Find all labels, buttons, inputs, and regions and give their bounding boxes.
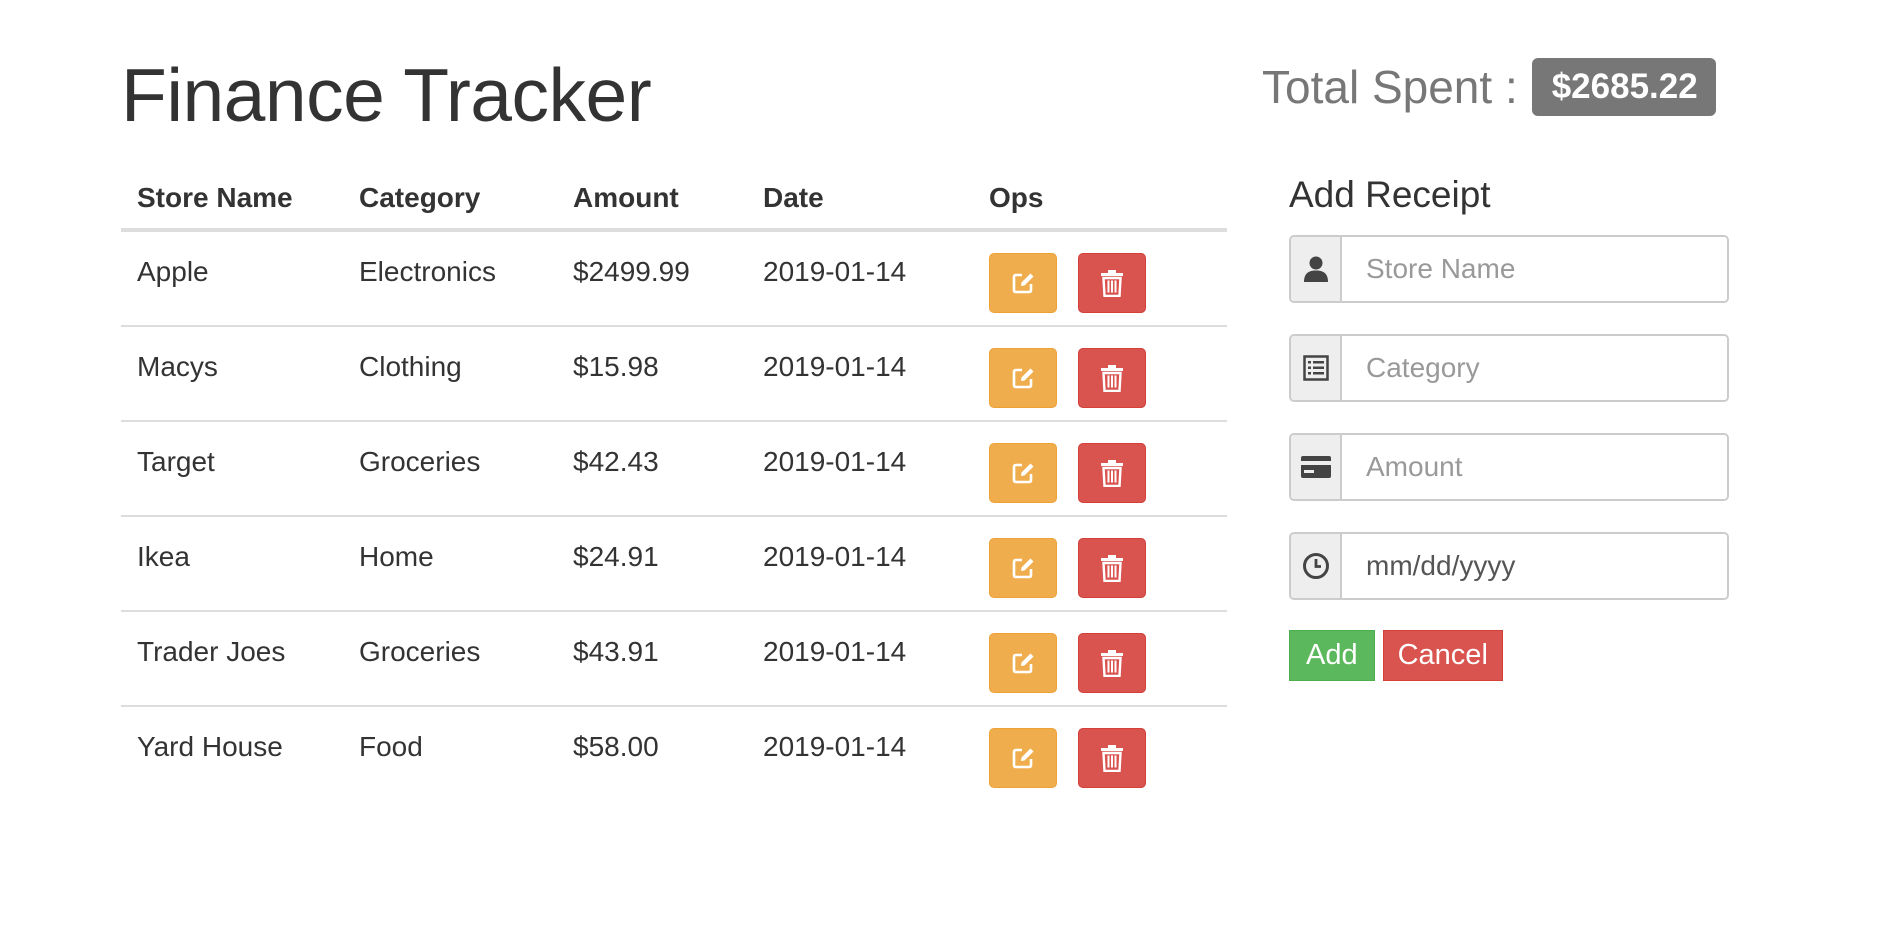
- cell-category: Groceries: [359, 446, 481, 477]
- cell-amount: $15.98: [573, 351, 659, 382]
- cell-category: Clothing: [359, 351, 462, 382]
- add-button[interactable]: Add: [1289, 630, 1375, 681]
- cell-date: 2019-01-14: [763, 731, 907, 762]
- delete-button[interactable]: [1078, 633, 1146, 693]
- cell-ops: [989, 422, 1227, 515]
- cell-ops: [989, 517, 1227, 610]
- delete-button[interactable]: [1078, 538, 1146, 598]
- date-input[interactable]: [1342, 534, 1727, 598]
- table-row: Target Groceries $42.43 2019-01-14: [121, 422, 1227, 517]
- amount-input[interactable]: [1342, 435, 1727, 499]
- edit-button[interactable]: [989, 443, 1057, 503]
- category-group: [1289, 334, 1729, 402]
- cell-ops: [989, 707, 1227, 802]
- cell-amount: $58.00: [573, 731, 659, 762]
- form-title: Add Receipt: [1289, 174, 1491, 215]
- delete-button[interactable]: [1078, 728, 1146, 788]
- edit-icon: [1010, 460, 1036, 486]
- table-row: Yard House Food $58.00 2019-01-14: [121, 707, 1227, 802]
- table-row: Ikea Home $24.91 2019-01-14: [121, 517, 1227, 612]
- trash-icon: [1100, 269, 1124, 297]
- date-group: [1289, 532, 1729, 600]
- edit-icon: [1010, 270, 1036, 296]
- cell-amount: $43.91: [573, 636, 659, 667]
- table-row: Macys Clothing $15.98 2019-01-14: [121, 327, 1227, 422]
- cell-date: 2019-01-14: [763, 541, 907, 572]
- cell-date: 2019-01-14: [763, 351, 907, 382]
- delete-button[interactable]: [1078, 348, 1146, 408]
- column-header-ops: Ops: [989, 182, 1044, 213]
- cancel-button[interactable]: Cancel: [1382, 630, 1503, 681]
- cell-date: 2019-01-14: [763, 256, 907, 287]
- cell-store-name: Macys: [137, 351, 218, 382]
- add-receipt-form: Add Receipt Add Cancel: [1289, 176, 1729, 681]
- table-body: Apple Electronics $2499.99 2019-01-14 Macys C…: [121, 232, 1227, 802]
- total-spent-label: Total Spent :: [1262, 61, 1518, 113]
- edit-icon: [1010, 650, 1036, 676]
- column-header-store-name: Store Name: [137, 182, 293, 213]
- trash-icon: [1100, 364, 1124, 392]
- total-spent-badge: $2685.22: [1531, 57, 1716, 117]
- cell-store-name: Yard House: [137, 731, 283, 762]
- edit-button[interactable]: [989, 538, 1057, 598]
- cell-store-name: Apple: [137, 256, 209, 287]
- edit-button[interactable]: [989, 633, 1057, 693]
- cell-amount: $24.91: [573, 541, 659, 572]
- cell-store-name: Trader Joes: [137, 636, 286, 667]
- edit-icon: [1010, 555, 1036, 581]
- table-row: Apple Electronics $2499.99 2019-01-14: [121, 232, 1227, 327]
- cell-store-name: Target: [137, 446, 215, 477]
- store-name-input[interactable]: [1342, 237, 1727, 301]
- delete-button[interactable]: [1078, 253, 1146, 313]
- cell-ops: [989, 327, 1227, 420]
- cell-category: Food: [359, 731, 423, 762]
- delete-button[interactable]: [1078, 443, 1146, 503]
- cell-date: 2019-01-14: [763, 636, 907, 667]
- trash-icon: [1100, 459, 1124, 487]
- trash-icon: [1100, 744, 1124, 772]
- column-header-category: Category: [359, 182, 481, 213]
- table-row: Trader Joes Groceries $43.91 2019-01-14: [121, 612, 1227, 707]
- cell-amount: $2499.99: [573, 256, 690, 287]
- cell-ops: [989, 232, 1227, 325]
- edit-icon: [1010, 365, 1036, 391]
- trash-icon: [1100, 554, 1124, 582]
- table-header: Store Name Category Amount Date Ops: [121, 168, 1227, 232]
- cell-category: Groceries: [359, 636, 481, 667]
- cell-category: Home: [359, 541, 434, 572]
- column-header-date: Date: [763, 182, 824, 213]
- edit-button[interactable]: [989, 728, 1057, 788]
- credit-card-icon: [1291, 435, 1342, 499]
- cell-store-name: Ikea: [137, 541, 190, 572]
- cell-amount: $42.43: [573, 446, 659, 477]
- edit-button[interactable]: [989, 348, 1057, 408]
- total-spent: Total Spent : $2685.22: [1262, 54, 1716, 120]
- column-header-amount: Amount: [573, 182, 679, 213]
- cell-ops: [989, 612, 1227, 705]
- edit-icon: [1010, 745, 1036, 771]
- amount-group: [1289, 433, 1729, 501]
- form-actions: Add Cancel: [1289, 630, 1729, 681]
- page-title: Finance Tracker: [121, 53, 652, 137]
- clock-icon: [1291, 534, 1342, 598]
- edit-button[interactable]: [989, 253, 1057, 313]
- receipts-table: Store Name Category Amount Date Ops Appl…: [121, 168, 1227, 802]
- trash-icon: [1100, 649, 1124, 677]
- cell-date: 2019-01-14: [763, 446, 907, 477]
- cell-category: Electronics: [359, 256, 496, 287]
- store-name-group: [1289, 235, 1729, 303]
- user-icon: [1291, 237, 1342, 301]
- list-icon: [1291, 336, 1342, 400]
- category-input[interactable]: [1342, 336, 1727, 400]
